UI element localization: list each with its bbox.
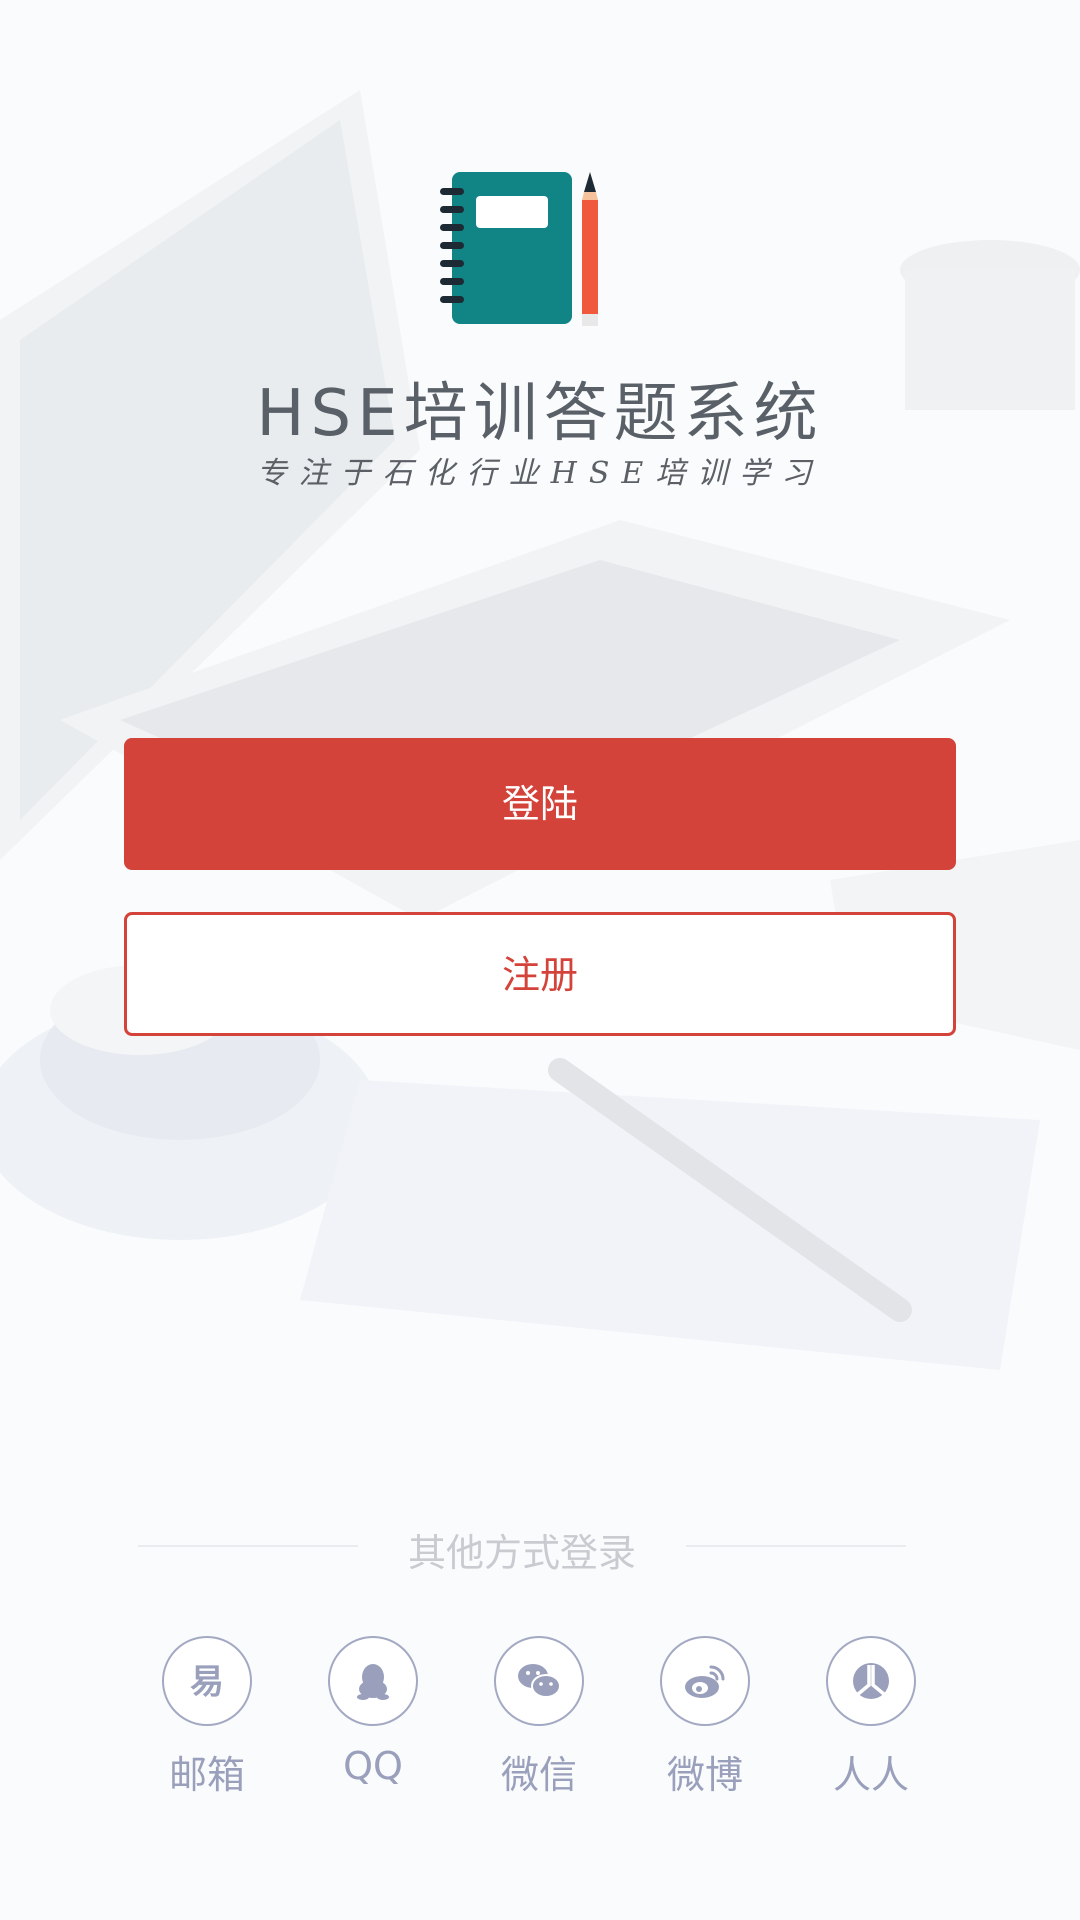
qq-icon[interactable] <box>328 1636 418 1726</box>
app-subtitle: 专注于石化行业HSE培训学习 <box>256 456 824 491</box>
app-title: HSE培训答题系统 <box>256 377 824 451</box>
social-login-weibo[interactable]: 微博 <box>635 1636 775 1799</box>
app-logo-notebook-icon <box>440 170 610 330</box>
email-icon[interactable]: 易 <box>162 1636 252 1726</box>
login-button[interactable]: 登陆 <box>124 738 956 870</box>
svg-text:易: 易 <box>190 1662 224 1702</box>
divider-left <box>138 1545 358 1547</box>
social-label-renren: 人人 <box>832 1753 909 1797</box>
social-login-wechat[interactable]: 微信 <box>469 1636 609 1799</box>
social-login-qq[interactable]: QQ <box>303 1636 443 1788</box>
social-label-email: 邮箱 <box>168 1753 245 1797</box>
divider-right <box>686 1545 906 1547</box>
register-button[interactable]: 注册 <box>124 912 956 1036</box>
social-login-renren[interactable]: 人人 <box>801 1636 941 1799</box>
other-login-label: 其他方式登录 <box>407 1531 636 1575</box>
social-login-row: 易 邮箱 QQ 微信 微博 人人 <box>0 1636 1080 1799</box>
social-label-weibo: 微博 <box>666 1753 743 1797</box>
wechat-icon[interactable] <box>494 1636 584 1726</box>
renren-icon[interactable] <box>826 1636 916 1726</box>
social-login-email[interactable]: 易 邮箱 <box>137 1636 277 1799</box>
social-label-wechat: 微信 <box>500 1753 577 1797</box>
social-label-qq: QQ <box>343 1744 403 1788</box>
weibo-icon[interactable] <box>660 1636 750 1726</box>
